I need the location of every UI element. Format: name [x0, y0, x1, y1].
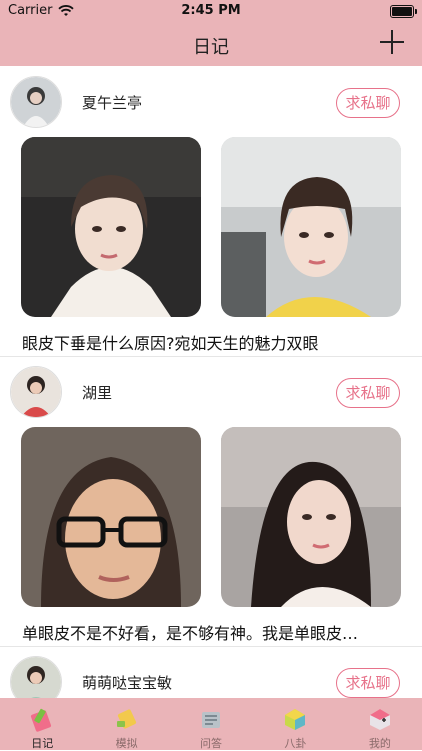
tab-bar: 日记 模拟 问答 八卦 我的 — [0, 698, 422, 750]
tab-qa[interactable]: 问答 — [169, 698, 253, 750]
tab-simulate[interactable]: 模拟 — [84, 698, 168, 750]
gossip-icon — [285, 709, 306, 730]
post-photo[interactable] — [21, 427, 201, 607]
post-card[interactable]: 夏午兰亭 求私聊 眼皮下垂是什么原因?宛如天生的魅力双眼 — [0, 66, 422, 357]
avatar[interactable] — [10, 366, 62, 418]
private-chat-button[interactable]: 求私聊 — [336, 88, 400, 118]
avatar[interactable] — [10, 76, 62, 128]
status-time: 2:45 PM — [181, 3, 241, 18]
tab-label: 我的 — [368, 737, 391, 750]
post-caption[interactable]: 单眼皮不是不好看，是不够有神。我是单眼皮… — [22, 620, 402, 644]
post-photo[interactable] — [221, 137, 401, 317]
nav-bar: 日记 — [0, 22, 422, 66]
post-photo[interactable] — [221, 427, 401, 607]
post-card[interactable]: 萌萌哒宝宝敏 求私聊 — [0, 646, 422, 698]
tab-label: 八卦 — [284, 737, 307, 750]
post-username[interactable]: 夏午兰亭 — [82, 92, 142, 113]
diary-icon — [31, 708, 52, 732]
avatar[interactable] — [10, 656, 62, 698]
tab-label: 问答 — [200, 737, 223, 750]
simulate-icon — [116, 709, 136, 729]
battery-icon — [390, 5, 417, 18]
tab-profile[interactable]: 我的 — [338, 698, 422, 750]
post-username[interactable]: 萌萌哒宝宝敏 — [82, 672, 172, 693]
profile-icon — [369, 709, 390, 730]
post-username[interactable]: 湖里 — [82, 382, 112, 403]
post-card[interactable]: 湖里 求私聊 单眼皮不是不好看，是不够有神。我是单眼皮… — [0, 356, 422, 647]
private-chat-button[interactable]: 求私聊 — [336, 378, 400, 408]
add-icon[interactable] — [380, 30, 404, 54]
private-chat-button[interactable]: 求私聊 — [336, 668, 400, 698]
tab-gossip[interactable]: 八卦 — [253, 698, 337, 750]
tab-label: 日记 — [31, 737, 54, 750]
page-title: 日记 — [193, 37, 229, 58]
post-caption[interactable]: 眼皮下垂是什么原因?宛如天生的魅力双眼 — [22, 330, 402, 354]
diary-feed[interactable]: 夏午兰亭 求私聊 眼皮下垂是什么原因?宛如天生的魅力双眼 湖里 求私聊 单眼皮不… — [0, 66, 422, 698]
qa-icon — [202, 712, 221, 728]
tab-diary[interactable]: 日记 — [0, 698, 84, 750]
post-photo[interactable] — [21, 137, 201, 317]
tab-label: 模拟 — [115, 737, 138, 750]
status-bar: Carrier 2:45 PM — [0, 0, 422, 22]
